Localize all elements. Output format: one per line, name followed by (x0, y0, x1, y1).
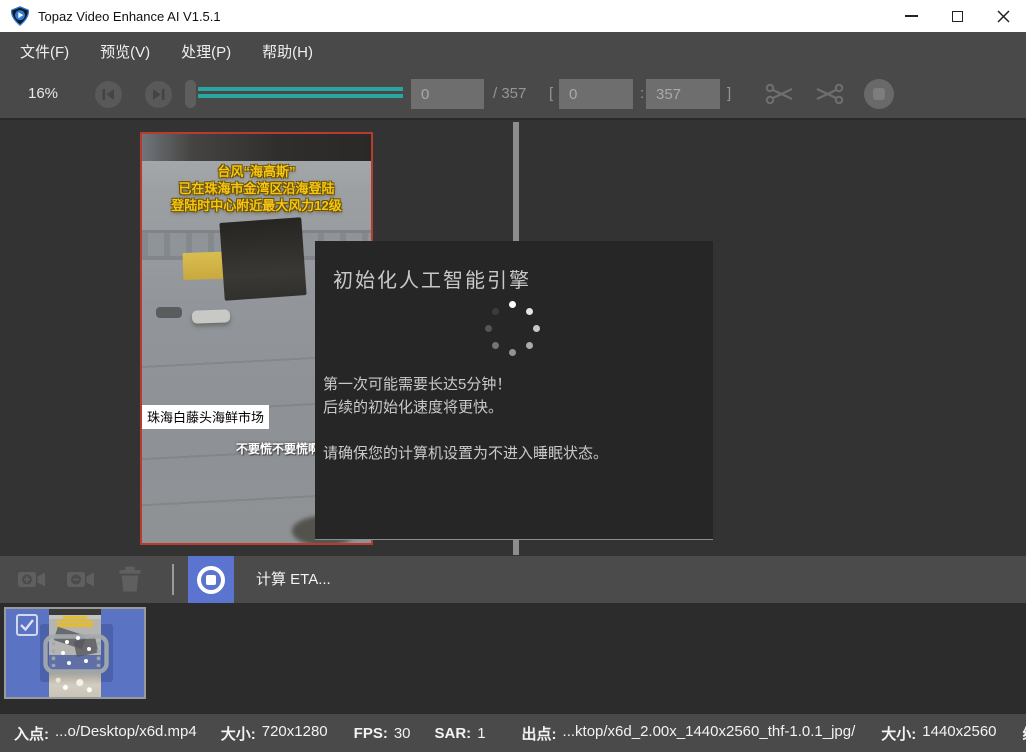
add-video-button[interactable] (18, 570, 46, 594)
dialog-body-line: 后续的初始化速度将更快。 (323, 396, 608, 419)
timeline-track-line (198, 94, 403, 98)
overlay-line: 台风“海高斯” (142, 163, 371, 180)
status-out-point: 出点: ...ktop/x6d_2.00x_1440x2560_thf-1.0.… (522, 723, 856, 744)
scissors-left-icon (765, 82, 795, 106)
video-caption-box: 珠海白藤头海鲜市场 (142, 405, 269, 429)
clip-spinner-dot (67, 661, 71, 665)
skip-start-icon (101, 88, 116, 101)
menu-file[interactable]: 文件(F) (14, 37, 75, 66)
clip-checkbox[interactable] (16, 614, 38, 636)
zoom-level-label: 16% (28, 70, 58, 118)
dialog-body-line: 第一次可能需要长达5分钟！ (323, 373, 608, 396)
timeline-track-line (198, 87, 403, 91)
remove-video-button[interactable] (67, 570, 95, 594)
stop-processing-icon (197, 566, 225, 594)
close-button[interactable] (980, 0, 1026, 32)
menu-help[interactable]: 帮助(H) (256, 37, 319, 66)
range-bracket-open: [ (549, 70, 553, 118)
menu-process[interactable]: 处理(P) (175, 37, 237, 66)
range-bracket-close: ] (727, 70, 731, 118)
scissors-right-icon (814, 82, 844, 106)
video-scene-car (156, 307, 182, 318)
minimize-button[interactable] (888, 0, 934, 32)
clip-spinner-dot (84, 659, 88, 663)
trim-in-button[interactable] (765, 82, 795, 111)
clip-mini-water (51, 673, 99, 697)
video-scene-car (192, 309, 230, 323)
clip-list-strip (0, 603, 1026, 713)
status-output-size: 大小: 1440x2560 (881, 723, 996, 744)
clip-spinner-dot (61, 651, 65, 655)
skip-to-start-button[interactable] (95, 81, 122, 108)
timeline-slider-track[interactable] (198, 87, 403, 101)
close-icon (997, 10, 1010, 23)
skip-to-end-button[interactable] (145, 81, 172, 108)
preview-area: 台风“海高斯” 已在珠海市金湾区沿海登陆 登陆时中心附近最大风力12级 珠海白藤… (0, 120, 1026, 556)
menu-preview[interactable]: 预览(V) (94, 37, 156, 66)
film-strip-icon (43, 634, 109, 674)
status-fps: FPS: 30 (354, 725, 411, 742)
total-frames-label: / 357 (493, 70, 526, 118)
camera-minus-icon (67, 570, 95, 589)
clip-spinner-dot (87, 647, 91, 651)
eta-status-label: 计算 ETA... (256, 556, 331, 603)
range-separator: : (640, 70, 644, 118)
minimize-icon (905, 15, 918, 17)
clip-spinner-dot (76, 636, 80, 640)
dialog-body-text: 第一次可能需要长达5分钟！ 后续的初始化速度将更快。 请确保您的计算机设置为不进… (323, 373, 608, 465)
stop-preview-button[interactable] (864, 79, 894, 109)
maximize-button[interactable] (934, 0, 980, 32)
status-in-point: 入点: ...o/Desktop/x6d.mp4 (14, 723, 197, 744)
menu-bar: 文件(F) 预览(V) 处理(P) 帮助(H) (0, 32, 1026, 70)
toolbar-divider (172, 564, 174, 595)
overlay-line: 登陆时中心附近最大风力12级 (142, 197, 371, 214)
video-scene-overpass (142, 134, 371, 161)
ai-init-dialog: 初始化人工智能引擎 第一次可能需要长达5分钟！ 后续的初始化速度将更快。 请确保… (315, 241, 713, 540)
dialog-body-line: 请确保您的计算机设置为不进入睡眠状态。 (323, 442, 608, 465)
maximize-icon (952, 11, 963, 22)
camera-plus-icon (18, 570, 46, 589)
video-caption-floating: 不要慌不要慌啊 (236, 440, 320, 457)
window-title: Topaz Video Enhance AI V1.5.1 (38, 9, 221, 24)
trash-icon (118, 566, 142, 592)
trim-end-input[interactable] (646, 79, 720, 109)
app-window: Topaz Video Enhance AI V1.5.1 文件(F) 预览(V… (0, 0, 1026, 752)
skip-end-icon (151, 88, 166, 101)
trim-out-button[interactable] (814, 82, 844, 111)
check-icon (18, 616, 36, 634)
dialog-title: 初始化人工智能引擎 (333, 264, 531, 293)
status-bar: 入点: ...o/Desktop/x6d.mp4 大小: 720x1280 FP… (0, 713, 1026, 752)
stop-icon (873, 88, 885, 100)
clip-spinner-dot (65, 640, 69, 644)
trim-start-input[interactable] (559, 79, 633, 109)
status-input-size: 大小: 720x1280 (221, 723, 328, 744)
app-logo-icon (10, 6, 30, 26)
stop-processing-button[interactable] (188, 556, 234, 603)
title-bar: Topaz Video Enhance AI V1.5.1 (0, 0, 1026, 32)
playback-toolbar: 16% / 357 [ : ] (0, 70, 1026, 120)
dialog-body-line (323, 419, 608, 442)
process-toolbar: 计算 ETA... (0, 556, 1026, 603)
overlay-line: 已在珠海市金湾区沿海登陆 (142, 180, 371, 197)
current-frame-input[interactable] (411, 79, 484, 109)
video-scene-hanging-sign (219, 217, 306, 301)
video-overlay-headline: 台风“海高斯” 已在珠海市金湾区沿海登陆 登陆时中心附近最大风力12级 (142, 163, 371, 214)
status-sar: SAR: 1 (435, 725, 486, 742)
delete-video-button[interactable] (118, 566, 142, 597)
loading-spinner-icon (482, 301, 544, 363)
timeline-slider-handle[interactable] (185, 80, 196, 108)
status-scale: 缩放: 200% (1023, 723, 1026, 744)
clip-thumbnail-card[interactable] (4, 607, 146, 699)
